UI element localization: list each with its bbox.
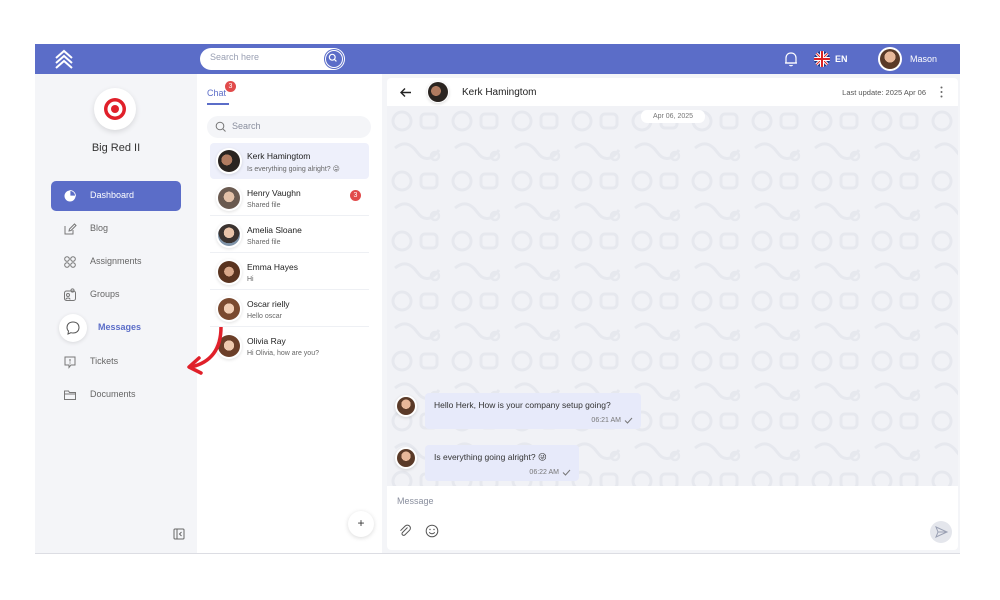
- contact-name: Kerk Hamingtom: [247, 151, 311, 161]
- sidebar-item-dashboard[interactable]: Dashboard: [51, 181, 181, 211]
- contact-preview: Hello oscar: [247, 313, 283, 320]
- message-time: 06:22 AM: [529, 469, 559, 476]
- last-update-text: Last update: 2025 Apr 06: [842, 88, 926, 97]
- contact-preview: Hi: [247, 276, 254, 283]
- chat-tab-badge: 3: [225, 81, 236, 92]
- search-button[interactable]: [325, 50, 343, 68]
- users-icon: [64, 288, 76, 301]
- message-bubble[interactable]: Is everything going alright? 😜 06:22 AM: [425, 445, 579, 481]
- bell-icon[interactable]: [782, 50, 800, 68]
- sidebar-item-label: Tickets: [90, 356, 119, 366]
- more-options-icon[interactable]: [940, 86, 943, 98]
- message-time: 06:21 AM: [591, 417, 621, 424]
- sidebar-item-blog[interactable]: Blog: [51, 214, 181, 244]
- contact-item[interactable]: Oscar rielly Hello oscar: [210, 291, 369, 327]
- chat-background-pattern: [387, 106, 958, 486]
- conversation-contact-name[interactable]: Kerk Hamingtom: [462, 87, 536, 98]
- uk-flag-icon[interactable]: [814, 51, 830, 67]
- chat-search-input[interactable]: [232, 121, 362, 131]
- brand-logo: [94, 88, 136, 130]
- contact-name: Amelia Sloane: [247, 225, 302, 235]
- contact-preview: Shared file: [247, 239, 281, 246]
- sidebar-item-assignments[interactable]: Assignments: [51, 247, 181, 277]
- tab-chat[interactable]: Chat: [207, 88, 226, 98]
- contact-avatar: [216, 259, 242, 285]
- contact-name: Oscar rielly: [247, 299, 290, 309]
- send-icon: [935, 526, 949, 538]
- username[interactable]: Mason: [910, 54, 937, 64]
- contact-item[interactable]: Amelia Sloane Shared file: [210, 217, 369, 253]
- collapse-sidebar-icon[interactable]: [173, 528, 185, 540]
- conversation-panel: Kerk Hamingtom Last update: 2025 Apr 06 …: [387, 78, 958, 550]
- send-button[interactable]: [930, 521, 952, 543]
- sidebar-item-documents[interactable]: Documents: [51, 380, 181, 410]
- global-search-input[interactable]: [210, 52, 315, 62]
- app-window: EN Mason Big Red II Dashboard: [35, 44, 960, 554]
- sender-avatar: [395, 447, 417, 469]
- message-text: Hello Herk, How is your company setup go…: [434, 400, 611, 410]
- sent-check-icon: [624, 417, 633, 424]
- folder-icon: [64, 390, 76, 400]
- contact-item[interactable]: Henry Vaughn Shared file 3: [210, 180, 369, 216]
- contact-avatar: [216, 222, 242, 248]
- sender-avatar: [395, 395, 417, 417]
- sidebar-item-label: Documents: [90, 389, 136, 399]
- app-logo-icon[interactable]: [53, 48, 75, 70]
- sent-check-icon: [562, 469, 571, 476]
- conversation-header: Kerk Hamingtom Last update: 2025 Apr 06: [387, 78, 958, 106]
- search-icon: [328, 53, 337, 62]
- back-arrow-icon[interactable]: [399, 86, 412, 99]
- brand-name: Big Red II: [91, 142, 141, 154]
- contact-avatar: [216, 148, 242, 174]
- contact-avatar[interactable]: [427, 81, 449, 103]
- pie-chart-icon: [64, 190, 76, 202]
- contact-name: Emma Hayes: [247, 262, 299, 272]
- sidebar-item-label: Dashboard: [90, 190, 135, 200]
- edit-icon: [64, 223, 77, 235]
- message-composer: [387, 486, 958, 550]
- contact-avatar: [216, 185, 242, 211]
- chat-bubble-icon: [66, 321, 80, 335]
- language-selector[interactable]: EN: [835, 54, 848, 64]
- ticket-icon: [64, 356, 76, 369]
- grid-icon: [64, 256, 76, 268]
- paperclip-icon[interactable]: [398, 524, 412, 538]
- chat-list-panel: Chat 3 Kerk Hamingtom Is everything goin…: [197, 74, 382, 553]
- red-annotation-arrow: [187, 327, 223, 375]
- date-separator: Apr 06, 2025: [641, 110, 705, 123]
- active-tab-indicator: [207, 103, 229, 105]
- search-icon: [215, 121, 226, 132]
- target-logo-icon: [104, 98, 126, 120]
- sidebar-item-label: Messages: [98, 322, 142, 332]
- sidebar-item-tickets[interactable]: Tickets: [51, 347, 181, 377]
- message-input[interactable]: [397, 496, 897, 506]
- contact-item[interactable]: Kerk Hamingtom Is everything going alrig…: [210, 143, 369, 179]
- user-avatar[interactable]: [878, 47, 902, 71]
- chat-search: [207, 116, 371, 138]
- unread-badge: 3: [350, 190, 361, 201]
- contact-item[interactable]: Emma Hayes Hi: [210, 254, 369, 290]
- message-text: Is everything going alright? 😜: [434, 452, 547, 462]
- sidebar-item-label: Groups: [90, 289, 120, 299]
- sidebar-item-messages[interactable]: Messages: [51, 313, 181, 343]
- top-bar: EN Mason: [35, 44, 960, 74]
- sidebar-item-label: Blog: [90, 223, 109, 233]
- contact-name: Henry Vaughn: [247, 188, 301, 198]
- sidebar-item-groups[interactable]: Groups: [51, 280, 181, 310]
- messages-icon-circle: [59, 314, 87, 342]
- message-bubble[interactable]: Hello Herk, How is your company setup go…: [425, 393, 641, 429]
- contact-preview: Is everything going alright? 😜: [247, 166, 340, 173]
- global-search: [200, 48, 345, 70]
- new-chat-button[interactable]: +: [348, 511, 374, 537]
- contact-avatar: [216, 296, 242, 322]
- sidebar: Big Red II Dashboard Blog Assignments Gr…: [35, 74, 197, 553]
- contact-preview: Shared file: [247, 202, 281, 209]
- sidebar-item-label: Assignments: [90, 256, 142, 266]
- emoji-icon[interactable]: [425, 524, 439, 538]
